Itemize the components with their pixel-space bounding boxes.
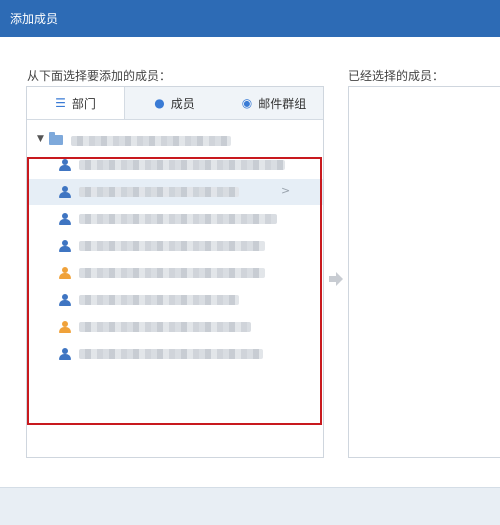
caret-down-icon[interactable]: ▼ — [37, 134, 44, 144]
department-name-redacted — [71, 136, 231, 146]
tree-department-row[interactable]: ▼ — [27, 130, 323, 152]
tab-members-label: 成员 — [170, 96, 195, 111]
tab-mail-group-label: 邮件群组 — [258, 96, 307, 111]
dialog-titlebar: 添加成员 — [0, 0, 500, 37]
mail-group-icon: ◉ — [241, 96, 253, 110]
dialog-title: 添加成员 — [10, 12, 59, 26]
available-members-panel: ☰ 部门 ● 成员 ◉ 邮件群组 ▼ > — [26, 86, 324, 458]
list-icon: ☰ — [55, 96, 66, 110]
tab-department[interactable]: ☰ 部门 — [27, 87, 125, 119]
tab-mail-group[interactable]: ◉ 邮件群组 — [225, 87, 323, 119]
selected-members-label: 已经选择的成员： — [348, 69, 445, 83]
available-members-label: 从下面选择要添加的成员： — [27, 69, 172, 83]
tab-members[interactable]: ● 成员 — [125, 87, 224, 119]
selector-tabs: ☰ 部门 ● 成员 ◉ 邮件群组 — [27, 87, 323, 120]
selected-members-panel — [348, 86, 500, 458]
transfer-arrow-icon[interactable] — [329, 272, 343, 286]
person-icon: ● — [154, 96, 165, 110]
folder-icon — [49, 132, 63, 145]
dialog-footer — [0, 487, 500, 525]
highlight-box — [27, 157, 322, 425]
tab-department-label: 部门 — [71, 96, 96, 111]
